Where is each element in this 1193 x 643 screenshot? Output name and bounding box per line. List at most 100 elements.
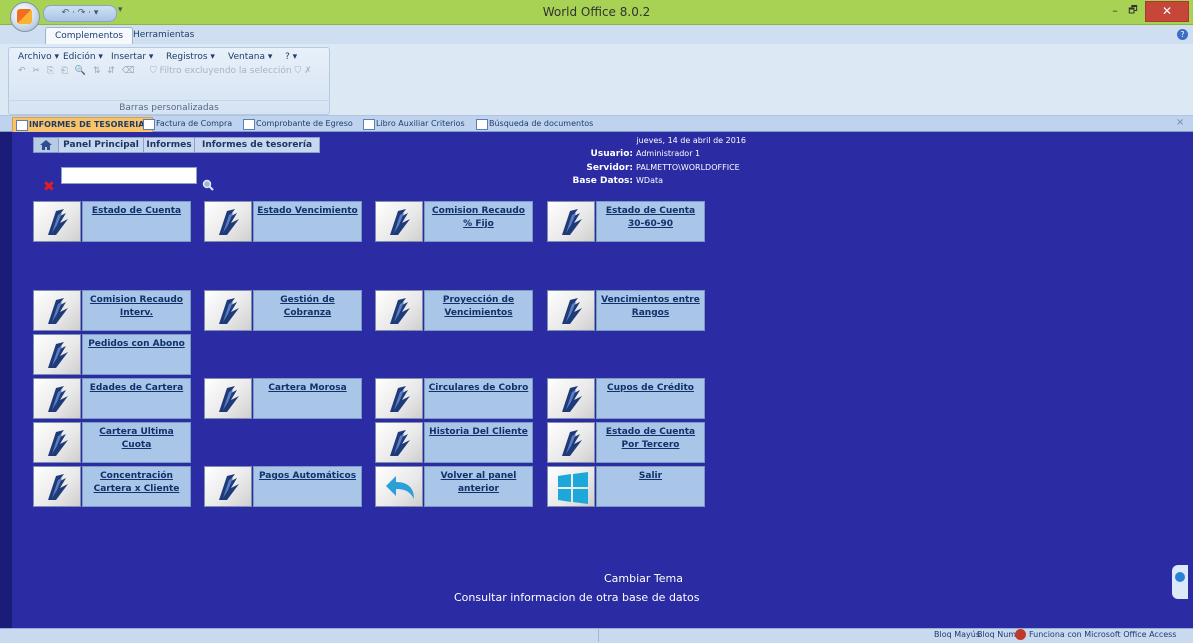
close-tab-icon[interactable]: ×: [1176, 117, 1184, 128]
report-icon[interactable]: [204, 466, 252, 507]
report-label[interactable]: Volver al panel anterior: [424, 466, 533, 507]
menu-registros[interactable]: Registros ▾: [166, 52, 215, 62]
search-input[interactable]: [61, 167, 197, 184]
report-icon[interactable]: [33, 290, 81, 331]
report-label[interactable]: Estado de Cuenta: [82, 201, 191, 242]
report-label[interactable]: Estado de Cuenta Por Tercero: [596, 422, 705, 463]
form-icon: [16, 120, 28, 131]
report-label[interactable]: Vencimientos entre Rangos: [596, 290, 705, 331]
report-button-pagos-automaticos[interactable]: Pagos Automáticos: [204, 466, 362, 507]
report-icon[interactable]: [204, 201, 252, 242]
report-button-circulares-cobro[interactable]: Circulares de Cobro: [375, 378, 533, 419]
usuario-value: Administrador 1: [636, 149, 701, 158]
report-icon[interactable]: [204, 378, 252, 419]
report-label[interactable]: Estado Vencimiento: [253, 201, 362, 242]
windows-icon[interactable]: [547, 466, 595, 507]
consultar-otra-base-link[interactable]: Consultar informacion de otra base de da…: [454, 591, 699, 604]
report-icon[interactable]: [547, 378, 595, 419]
tab-herramientas[interactable]: Herramientas: [124, 27, 203, 44]
window-title: World Office 8.0.2: [542, 5, 651, 19]
restore-button[interactable]: 🗗: [1125, 4, 1141, 18]
help-icon[interactable]: ?: [1177, 29, 1188, 40]
quick-access-toolbar[interactable]: ↶ · ↷ · ▾: [43, 5, 117, 22]
report-button-estado-cuenta-30-60-90[interactable]: Estado de Cuenta 30-60-90: [547, 201, 705, 242]
breadcrumb-informes[interactable]: Informes: [143, 137, 195, 153]
report-button-pedidos-con-abono[interactable]: Pedidos con Abono: [33, 334, 191, 375]
servidor-label: Servidor:: [586, 163, 633, 173]
back-arrow-icon[interactable]: [375, 466, 423, 507]
menu-help[interactable]: ? ▾: [285, 52, 297, 62]
menu-insertar[interactable]: Insertar ▾: [111, 52, 153, 62]
report-icon[interactable]: [375, 422, 423, 463]
filter-excluding-selection[interactable]: ⛉ Filtro excluyendo la selección ⛉ ✗: [150, 66, 312, 76]
report-label[interactable]: Cartera Ultima Cuota: [82, 422, 191, 463]
doctab-comprobante-egreso[interactable]: Comprobante de Egreso: [240, 117, 361, 131]
report-label[interactable]: Circulares de Cobro: [424, 378, 533, 419]
menu-edicion[interactable]: Edición ▾: [63, 52, 103, 62]
report-icon[interactable]: [375, 201, 423, 242]
home-button[interactable]: [33, 137, 59, 153]
report-icon[interactable]: [33, 378, 81, 419]
menu-ventana[interactable]: Ventana ▾: [228, 52, 272, 62]
doctab-informes-tesoreria[interactable]: INFORMES DE TESORERIA: [12, 117, 154, 133]
report-button-estado-de-cuenta[interactable]: Estado de Cuenta: [33, 201, 191, 242]
report-label[interactable]: Salir: [596, 466, 705, 507]
report-label[interactable]: Edades de Cartera: [82, 378, 191, 419]
report-button-salir[interactable]: Salir: [547, 466, 705, 507]
report-label[interactable]: Estado de Cuenta 30-60-90: [596, 201, 705, 242]
report-label[interactable]: Proyección de Vencimientos: [424, 290, 533, 331]
office-button[interactable]: [10, 2, 40, 32]
report-button-cupos-credito[interactable]: Cupos de Crédito: [547, 378, 705, 419]
breadcrumb-panel-principal[interactable]: Panel Principal: [58, 137, 144, 153]
report-label[interactable]: Concentración Cartera x Cliente: [82, 466, 191, 507]
doctab-libro-auxiliar[interactable]: Libro Auxiliar Criterios: [360, 117, 473, 131]
report-button-volver-panel-anterior[interactable]: Volver al panel anterior: [375, 466, 533, 507]
report-label[interactable]: Pedidos con Abono: [82, 334, 191, 375]
base-datos-label: Base Datos:: [572, 176, 633, 186]
report-button-edades-cartera[interactable]: Edades de Cartera: [33, 378, 191, 419]
report-label[interactable]: Comision Recaudo % Fijo: [424, 201, 533, 242]
report-label[interactable]: Pagos Automáticos: [253, 466, 362, 507]
report-button-cartera-ultima-cuota[interactable]: Cartera Ultima Cuota: [33, 422, 191, 463]
report-button-gestion-cobranza[interactable]: Gestión de Cobranza: [204, 290, 362, 331]
office-logo-icon: [17, 9, 32, 24]
search-icon[interactable]: [202, 179, 214, 191]
ribbon-group-label: Barras personalizadas: [8, 100, 330, 113]
tab-complementos[interactable]: Complementos: [45, 27, 134, 45]
report-icon[interactable]: [33, 334, 81, 375]
report-button-historia-cliente[interactable]: Historia Del Cliente: [375, 422, 533, 463]
report-icon[interactable]: [33, 422, 81, 463]
cambiar-tema-link[interactable]: Cambiar Tema: [604, 572, 683, 585]
side-widget[interactable]: [1172, 565, 1188, 599]
report-icon[interactable]: [547, 201, 595, 242]
menu-archivo[interactable]: Archivo ▾: [18, 52, 59, 62]
report-button-comision-recaudo-fijo[interactable]: Comision Recaudo % Fijo: [375, 201, 533, 242]
report-label[interactable]: Comision Recaudo Interv.: [82, 290, 191, 331]
report-label[interactable]: Historia Del Cliente: [424, 422, 533, 463]
report-icon[interactable]: [375, 290, 423, 331]
doctab-busqueda-documentos[interactable]: Búsqueda de documentos: [473, 117, 601, 131]
clear-search-icon[interactable]: ✖: [43, 179, 55, 195]
report-label[interactable]: Cartera Morosa: [253, 378, 362, 419]
report-icon[interactable]: [204, 290, 252, 331]
report-button-comision-recaudo-interv[interactable]: Comision Recaudo Interv.: [33, 290, 191, 331]
report-icon[interactable]: [375, 378, 423, 419]
report-icon[interactable]: [33, 201, 81, 242]
close-button[interactable]: ✕: [1145, 1, 1189, 22]
minimize-button[interactable]: –: [1107, 4, 1123, 18]
report-icon[interactable]: [33, 466, 81, 507]
report-label[interactable]: Cupos de Crédito: [596, 378, 705, 419]
report-button-vencimientos-entre-rangos[interactable]: Vencimientos entre Rangos: [547, 290, 705, 331]
breadcrumb-informes-tesoreria[interactable]: Informes de tesorería: [194, 137, 320, 153]
report-button-estado-vencimiento[interactable]: Estado Vencimiento: [204, 201, 362, 242]
report-icon[interactable]: [547, 422, 595, 463]
doctab-factura-compra[interactable]: Factura de Compra: [140, 117, 240, 131]
report-button-proyeccion-vencimientos[interactable]: Proyección de Vencimientos: [375, 290, 533, 331]
form-icon: [143, 119, 155, 130]
report-icon[interactable]: [547, 290, 595, 331]
report-button-concentracion-cartera-cliente[interactable]: Concentración Cartera x Cliente: [33, 466, 191, 507]
report-button-estado-cuenta-tercero[interactable]: Estado de Cuenta Por Tercero: [547, 422, 705, 463]
report-button-cartera-morosa[interactable]: Cartera Morosa: [204, 378, 362, 419]
report-label[interactable]: Gestión de Cobranza: [253, 290, 362, 331]
qat-customize-icon[interactable]: ▾: [118, 5, 123, 15]
